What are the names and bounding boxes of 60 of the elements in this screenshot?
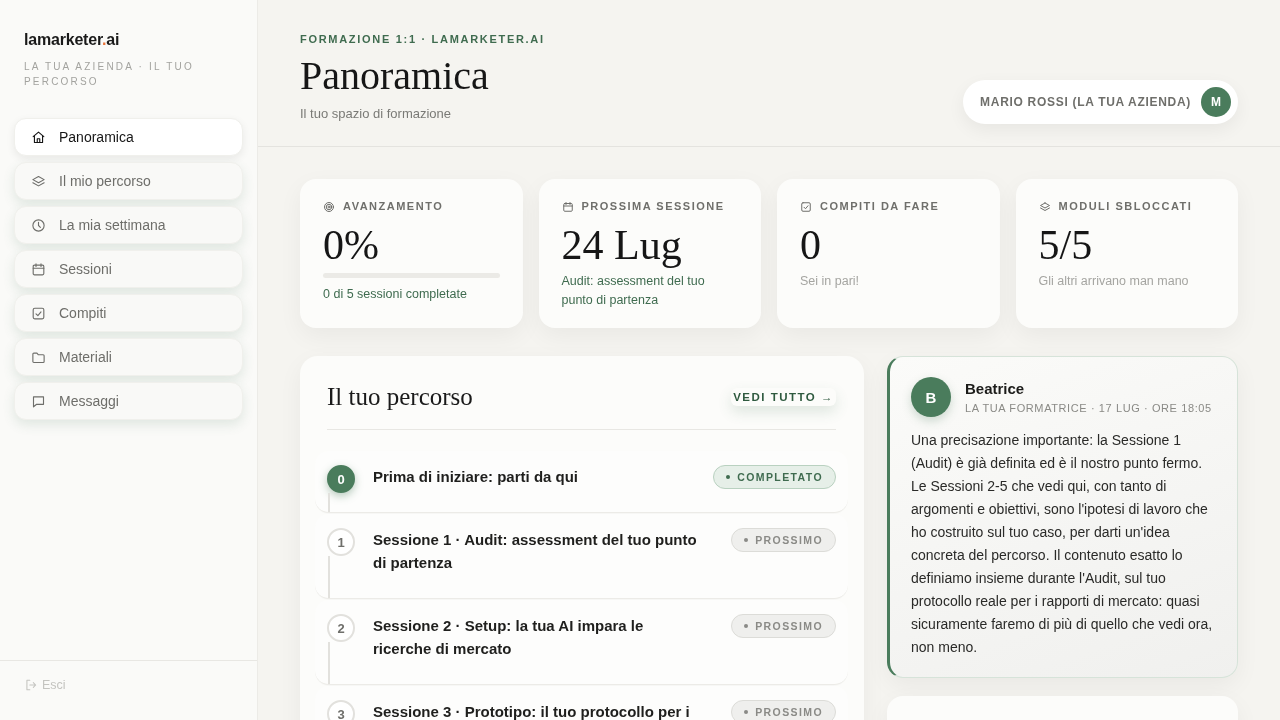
stat-value: 24 Lug [561, 223, 683, 267]
calendar-icon [31, 261, 46, 277]
stat-label: AVANZAMENTO [343, 200, 444, 213]
status-badge: PROSSIMO [731, 700, 836, 720]
stat-label: PROSSIMA SESSIONE [581, 200, 725, 213]
stat-note: 0 di 5 sessioni completate [323, 286, 468, 303]
brand-logo: lamarketer.ai [24, 31, 120, 49]
nav-item[interactable]: Sessioni [14, 250, 243, 288]
message-text: Una precisazione importante: la Sessione 1 (Audit) è già definita ed è il nostro punto fermo. Le Sessioni 2-5 che vedi qui, con tanto di argomenti e obiettivi, sono l'ipotesi di lavoro che ho costruito sul tuo caso, per darti un'idea concreta del percorso. Il contenuto esatto lo definiamo insieme durante l'Audit, sul tuo protocollo reale per i rapporti di mercato: quasi sicuramente faremo di più di quello che vedi ora, non meno. [911, 431, 1213, 657]
user-avatar: M [1201, 87, 1231, 117]
layers-icon [1038, 200, 1051, 213]
step-number: 1 [327, 528, 355, 556]
author-avatar: B [911, 377, 951, 417]
logout-icon [24, 678, 38, 692]
status-badge: COMPLETATO [713, 465, 836, 489]
stat-value: 0% [323, 223, 380, 267]
stat-value: 5/5 [1038, 223, 1094, 267]
chat-bubble-icon [31, 393, 46, 409]
folder-icon [31, 349, 46, 365]
nav-item[interactable]: Messaggi [14, 382, 243, 420]
status-dot-icon [744, 710, 749, 714]
author-name: Beatrice [965, 379, 1026, 398]
home-icon [31, 129, 46, 145]
status-dot-icon [744, 624, 749, 628]
nav-item[interactable]: La mia settimana [14, 206, 243, 244]
page-subtitle: Il tuo spazio di formazione [300, 105, 453, 123]
status-dot-icon [744, 538, 749, 542]
stat-note: Audit: assessment del tuo punto di partenza [561, 273, 706, 309]
brand-tagline: LA TUA AZIENDA · IL TUO PERCORSO [24, 60, 195, 89]
nav-item[interactable]: Il mio percorso [14, 162, 243, 200]
checkbox-icon [31, 305, 46, 321]
stat-note: Sei in pari! [800, 273, 861, 290]
step-title: Prima di iniziare: parti da qui [373, 467, 580, 487]
message-meta: LA TUA FORMATRICE · 17 LUG · ORE 18:05 [965, 400, 1212, 415]
stat-label: COMPITI DA FARE [820, 200, 940, 213]
status-badge: PROSSIMO [731, 614, 836, 638]
stat-label: MODULI SBLOCCATI [1058, 200, 1193, 213]
status-dot-icon [726, 475, 731, 479]
nav-item[interactable]: Materiali [14, 338, 243, 376]
status-badge: PROSSIMO [731, 528, 836, 552]
clock-icon [31, 217, 46, 233]
step-number: 2 [327, 614, 355, 642]
user-menu-button[interactable]: MARIO ROSSI (LA TUA AZIENDA) M [963, 80, 1238, 124]
step-title: Sessione 3 · Prototipo: il tuo protocollo per i [373, 702, 691, 720]
page-eyebrow: FORMAZIONE 1:1 · LAMARKETER.AI [300, 33, 545, 46]
step-title: Sessione 2 · Setup: la tua AI impara le ricerche di mercato [373, 616, 645, 659]
layers-icon [31, 173, 46, 189]
stat-value: 0 [800, 223, 822, 267]
page-title: Panoramica [300, 54, 490, 98]
checkbox-icon [800, 200, 812, 213]
step-title: Sessione 1 · Audit: assessment del tuo punto di partenza [373, 530, 698, 573]
nav-item[interactable]: Compiti [14, 294, 243, 332]
step-number: 3 [327, 700, 355, 720]
target-icon [323, 200, 335, 213]
panel-title: Il tuo percorso [327, 382, 473, 412]
calendar-icon [561, 200, 574, 213]
nav-item[interactable]: Panoramica [14, 118, 243, 156]
step-number: 0 [327, 465, 355, 493]
stat-note: Gli altri arrivano man mano [1038, 273, 1190, 290]
see-all-link[interactable]: VEDI TUTTO → [731, 388, 836, 406]
